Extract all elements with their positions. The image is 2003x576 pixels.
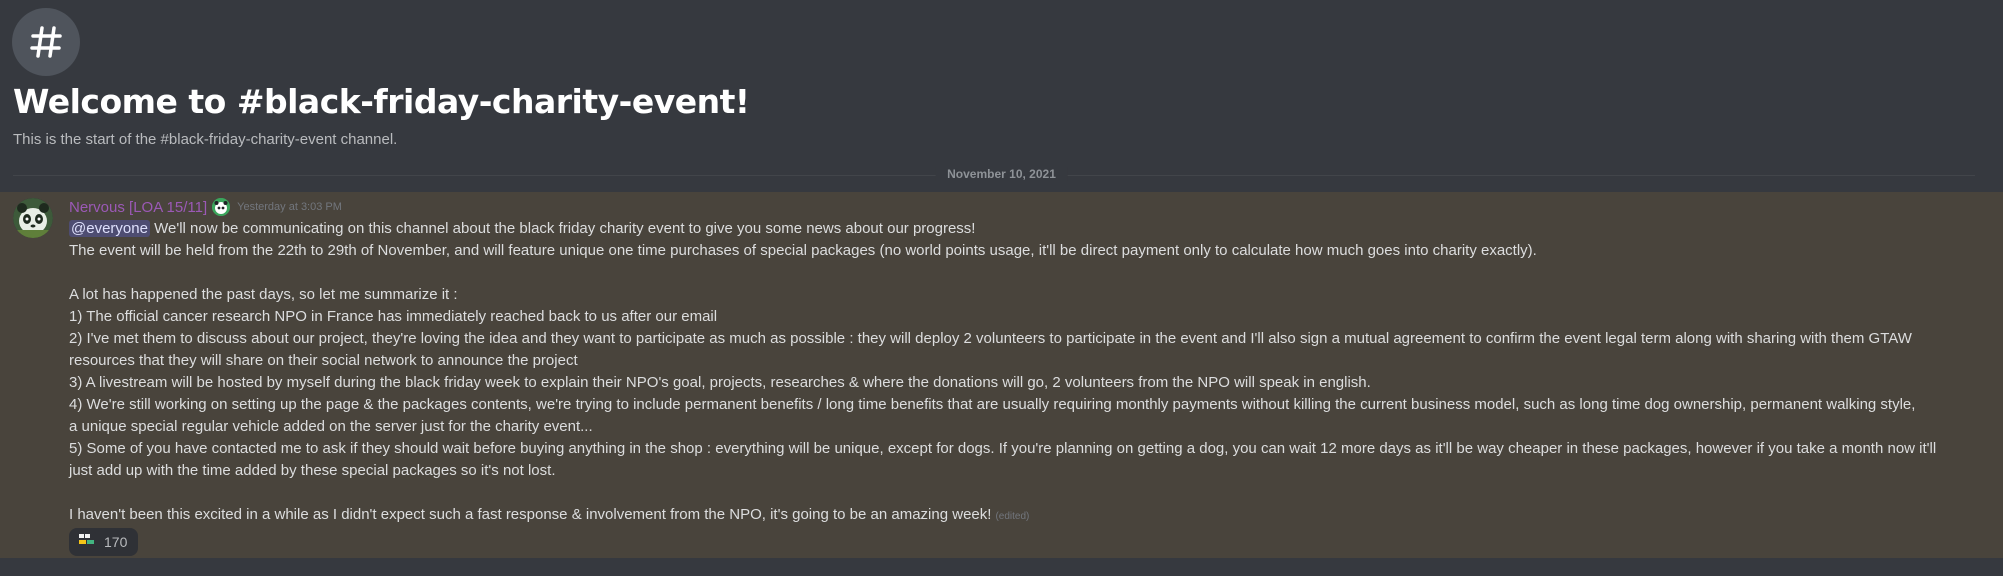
message-line-text: We'll now be communicating on this chann… — [149, 220, 976, 237]
panda-badge-icon — [212, 198, 231, 216]
message-line: @everyone We'll now be communicating on … — [69, 218, 1969, 240]
everyone-mention[interactable]: @everyone — [69, 220, 150, 237]
message-line: just add up with the time added by these… — [69, 462, 556, 479]
channel-welcome-header: Welcome to #black-friday-charity-event! … — [0, 0, 2003, 175]
author-name[interactable]: Nervous [LOA 15/11] — [69, 199, 207, 216]
message-line: I haven't been this excited in a while a… — [69, 504, 1969, 526]
reaction-count: 170 — [104, 534, 128, 550]
hash-icon — [12, 8, 80, 76]
date-divider-label: November 10, 2021 — [935, 167, 1068, 181]
message-line: The event will be held from the 22th to … — [69, 242, 1537, 259]
message: Nervous [LOA 15/11] Yesterday at 3:03 PM… — [0, 192, 2003, 558]
message-line: 5) Some of you have contacted me to ask … — [69, 440, 1937, 457]
edited-marker: (edited) — [995, 511, 1030, 522]
reaction-button[interactable]: 170 — [69, 528, 139, 556]
message-line: 3) A livestream will be hosted by myself… — [69, 374, 1371, 391]
message-line: 4) We're still working on setting up the… — [69, 396, 1916, 413]
message-line: 1) The official cancer research NPO in F… — [69, 308, 718, 325]
welcome-title: Welcome to #black-friday-charity-event! — [13, 82, 750, 121]
custom-emoji-icon — [78, 531, 96, 553]
message-text: @everyone We'll now be communicating on … — [69, 218, 1969, 526]
message-content: Nervous [LOA 15/11] Yesterday at 3:03 PM… — [69, 196, 1969, 556]
message-line: 2) I've met them to discuss about our pr… — [69, 330, 1912, 347]
welcome-subtitle: This is the start of the #black-friday-c… — [13, 131, 398, 148]
message-line: A lot has happened the past days, so let… — [69, 286, 458, 303]
message-timestamp[interactable]: Yesterday at 3:03 PM — [237, 201, 342, 213]
message-line: resources that they will share on their … — [69, 352, 578, 369]
avatar[interactable] — [13, 198, 53, 238]
message-header: Nervous [LOA 15/11] Yesterday at 3:03 PM — [69, 196, 1969, 218]
message-line: a unique special regular vehicle added o… — [69, 418, 593, 435]
message-line-text: I haven't been this excited in a while a… — [69, 506, 992, 523]
